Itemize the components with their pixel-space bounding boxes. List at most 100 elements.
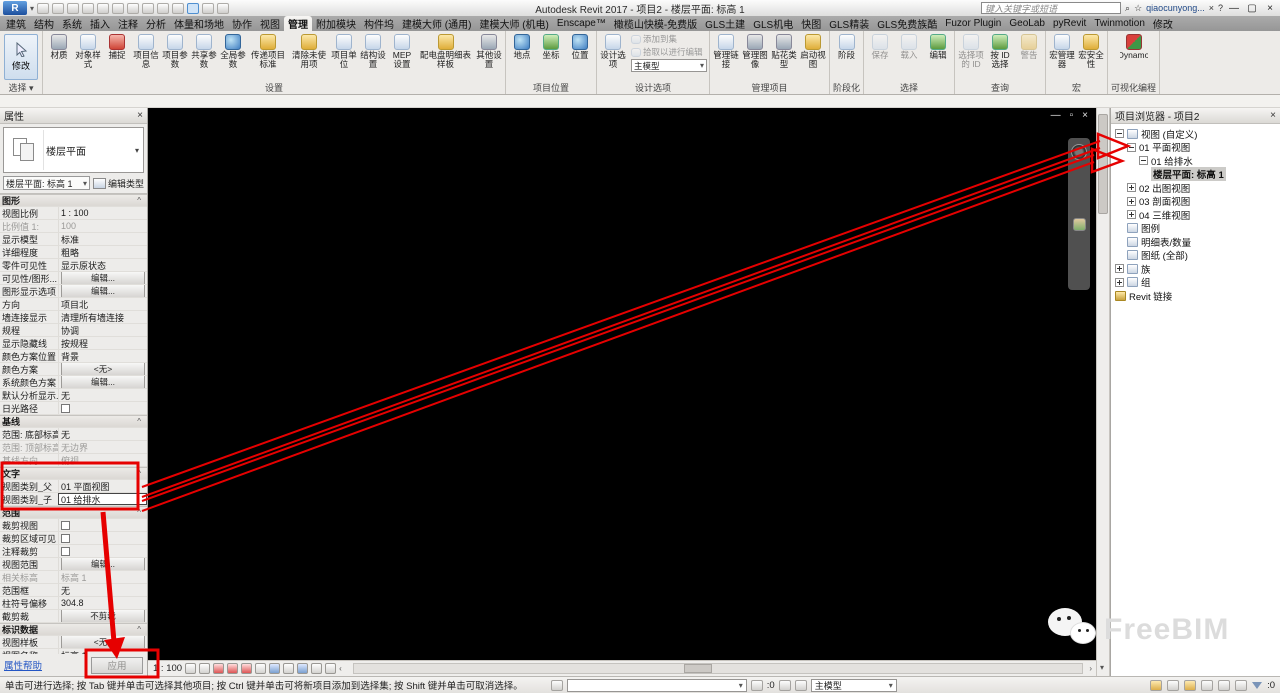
starting-view-button[interactable]: 启动视图 <box>799 32 827 82</box>
reveal-constraints-icon[interactable] <box>325 663 337 674</box>
tab-structure[interactable]: 结构 <box>30 16 58 31</box>
active-design-option-status-select[interactable]: 主模型 ▾ <box>810 678 897 692</box>
tab-enscape[interactable]: Enscape™ <box>553 16 610 31</box>
tree-item-sheet-views[interactable]: 02 出图视图 <box>1111 181 1280 195</box>
property-row[interactable]: 默认分析显示... 无 <box>0 389 147 402</box>
section-text[interactable]: 文字 ^ <box>0 467 147 480</box>
revit-logo-menu[interactable]: R <box>3 1 27 15</box>
property-row[interactable]: 视图范围 编辑... <box>0 558 147 571</box>
help-icon[interactable]: ? <box>1218 3 1223 13</box>
additional-settings-button[interactable]: 其他设置 <box>475 32 503 82</box>
tree-item-families[interactable]: 族 <box>1111 262 1280 276</box>
property-row[interactable]: 规程 协调 <box>0 324 147 337</box>
shared-parameters-button[interactable]: 共享参数 <box>190 32 218 82</box>
expand-icon[interactable] <box>1127 196 1136 206</box>
select-pinned-icon[interactable] <box>1235 679 1248 691</box>
dimension-icon[interactable] <box>127 2 140 14</box>
property-row[interactable]: 截剪裁 不剪裁 <box>0 610 147 623</box>
object-styles-button[interactable]: 对象样式 <box>74 32 102 82</box>
property-row[interactable]: 显示模型 标准 <box>0 233 147 246</box>
properties-header[interactable]: 属性 × <box>0 108 147 124</box>
property-row[interactable]: 裁剪视图 <box>0 519 147 532</box>
structural-settings-button[interactable]: 结构设置 <box>359 32 387 82</box>
edit-button[interactable]: 编辑... <box>61 285 145 297</box>
tree-item-floor-plan-level1[interactable]: 楼层平面: 标高 1 <box>1111 167 1280 182</box>
manage-links-button[interactable]: 管理链接 <box>712 32 740 82</box>
tab-autodesk-app-store[interactable]: 构件坞 <box>360 16 398 31</box>
tree-item-section-views[interactable]: 03 剖面视图 <box>1111 195 1280 208</box>
property-row[interactable]: 范围: 底部标高无 <box>0 428 147 441</box>
property-row-view-category-child[interactable]: 视图类别_子 01 给排水 <box>0 493 147 506</box>
section-graphics[interactable]: 图形 ^ <box>0 194 147 207</box>
tab-gls-structure[interactable]: GLS土建 <box>701 16 749 31</box>
select-underlay-icon[interactable] <box>1218 679 1231 691</box>
view-close-icon[interactable]: × <box>1082 110 1088 121</box>
horizontal-scrollbar[interactable] <box>352 663 1084 674</box>
section-underlay[interactable]: 基线 ^ <box>0 415 147 428</box>
select-links-icon[interactable] <box>1201 679 1214 691</box>
thin-lines-icon[interactable] <box>187 2 200 14</box>
property-row-view-category-parent[interactable]: 视图类别_父 01 平面视图 <box>0 480 147 493</box>
exchange-apps-icon[interactable]: × <box>1209 3 1214 13</box>
tab-architecture[interactable]: 建筑 <box>2 16 30 31</box>
close-hidden-windows-icon[interactable] <box>202 2 215 14</box>
project-units-button[interactable]: 项目单位 <box>330 32 358 82</box>
tab-addins[interactable]: 附加模块 <box>312 16 360 31</box>
tree-item-legends[interactable]: 图例 <box>1111 222 1280 235</box>
undo-icon[interactable] <box>67 2 80 14</box>
tree-item-sheets[interactable]: 图纸 (全部) <box>1111 249 1280 262</box>
edit-type-button[interactable]: 编辑类型 <box>92 177 144 190</box>
none-button[interactable]: <无> <box>61 636 145 648</box>
property-row[interactable]: 墙连接显示 清理所有墙连接 <box>0 311 147 324</box>
checkbox-unchecked[interactable] <box>61 533 70 543</box>
property-row[interactable]: 范围框无 <box>0 584 147 597</box>
tab-modify[interactable]: 修改 <box>1149 16 1177 31</box>
tab-collaborate[interactable]: 协作 <box>228 16 256 31</box>
collapse-icon[interactable]: ^ <box>137 507 147 518</box>
favorites-icon[interactable]: ☆ <box>1134 3 1142 14</box>
no-clip-button[interactable]: 不剪裁 <box>61 610 145 622</box>
tab-modeling-master-general[interactable]: 建模大师 (通用) <box>398 16 475 31</box>
sun-path-icon[interactable] <box>213 663 225 674</box>
signin-user[interactable]: qiaocunyong... <box>1146 3 1205 13</box>
drawing-area[interactable]: — ▫ × <box>148 108 1096 660</box>
close-button[interactable]: × <box>1263 3 1277 14</box>
section-icon[interactable] <box>172 2 185 14</box>
property-row[interactable]: 颜色方案 <无> <box>0 363 147 376</box>
phases-button[interactable]: 阶段 <box>833 32 861 82</box>
property-row[interactable]: 方向 项目北 <box>0 298 147 311</box>
tab-insert[interactable]: 插入 <box>86 16 114 31</box>
edit-family-icon[interactable] <box>1167 679 1180 691</box>
chevron-down-icon[interactable]: ▾ <box>135 146 143 155</box>
tab-glsmountain[interactable]: 橄榄山快模-免费版 <box>610 16 701 31</box>
tree-item-groups[interactable]: 组 <box>1111 276 1280 289</box>
switch-windows-icon[interactable] <box>217 2 230 14</box>
tab-geolab[interactable]: GeoLab <box>1005 16 1049 31</box>
checkbox-unchecked[interactable] <box>61 546 70 556</box>
collapse-expander-icon[interactable] <box>1139 156 1148 166</box>
editable-only-icon[interactable] <box>750 679 763 691</box>
expand-icon[interactable] <box>1115 277 1124 287</box>
visual-style-icon[interactable] <box>199 663 211 674</box>
project-browser-header[interactable]: 项目浏览器 - 项目2 × <box>1111 108 1280 124</box>
coordinates-button[interactable]: 坐标 <box>537 32 565 82</box>
tab-fuzor[interactable]: Fuzor Plugin <box>941 16 1005 31</box>
tree-item-views[interactable]: 视图 (自定义) <box>1111 127 1280 141</box>
view-restore-icon[interactable]: ▫ <box>1070 110 1074 121</box>
chevron-down-icon[interactable]: ▾ <box>30 4 34 13</box>
collapse-expander-icon[interactable] <box>1127 142 1136 152</box>
dynamo-button[interactable]: Dynamo <box>1120 32 1148 82</box>
worksharing-display-icon[interactable] <box>311 663 323 674</box>
expand-icon[interactable] <box>1127 210 1136 220</box>
tree-item-plumbing[interactable]: 01 给排水 <box>1111 154 1280 168</box>
checkbox-unchecked[interactable] <box>61 520 70 530</box>
property-row[interactable]: 柱符号偏移 304.8 <box>0 597 147 610</box>
tab-pyrevit[interactable]: pyRevit <box>1049 16 1090 31</box>
default-3d-view-icon[interactable] <box>157 2 170 14</box>
shadows-icon[interactable] <box>227 663 239 674</box>
property-row[interactable]: 零件可见性 显示原状态 <box>0 259 147 272</box>
property-row[interactable]: 视图比例 1 : 100 <box>0 207 147 220</box>
tab-gls-mep[interactable]: GLS机电 <box>749 16 797 31</box>
save-icon[interactable] <box>52 2 65 14</box>
restore-button[interactable]: ▢ <box>1245 3 1259 14</box>
